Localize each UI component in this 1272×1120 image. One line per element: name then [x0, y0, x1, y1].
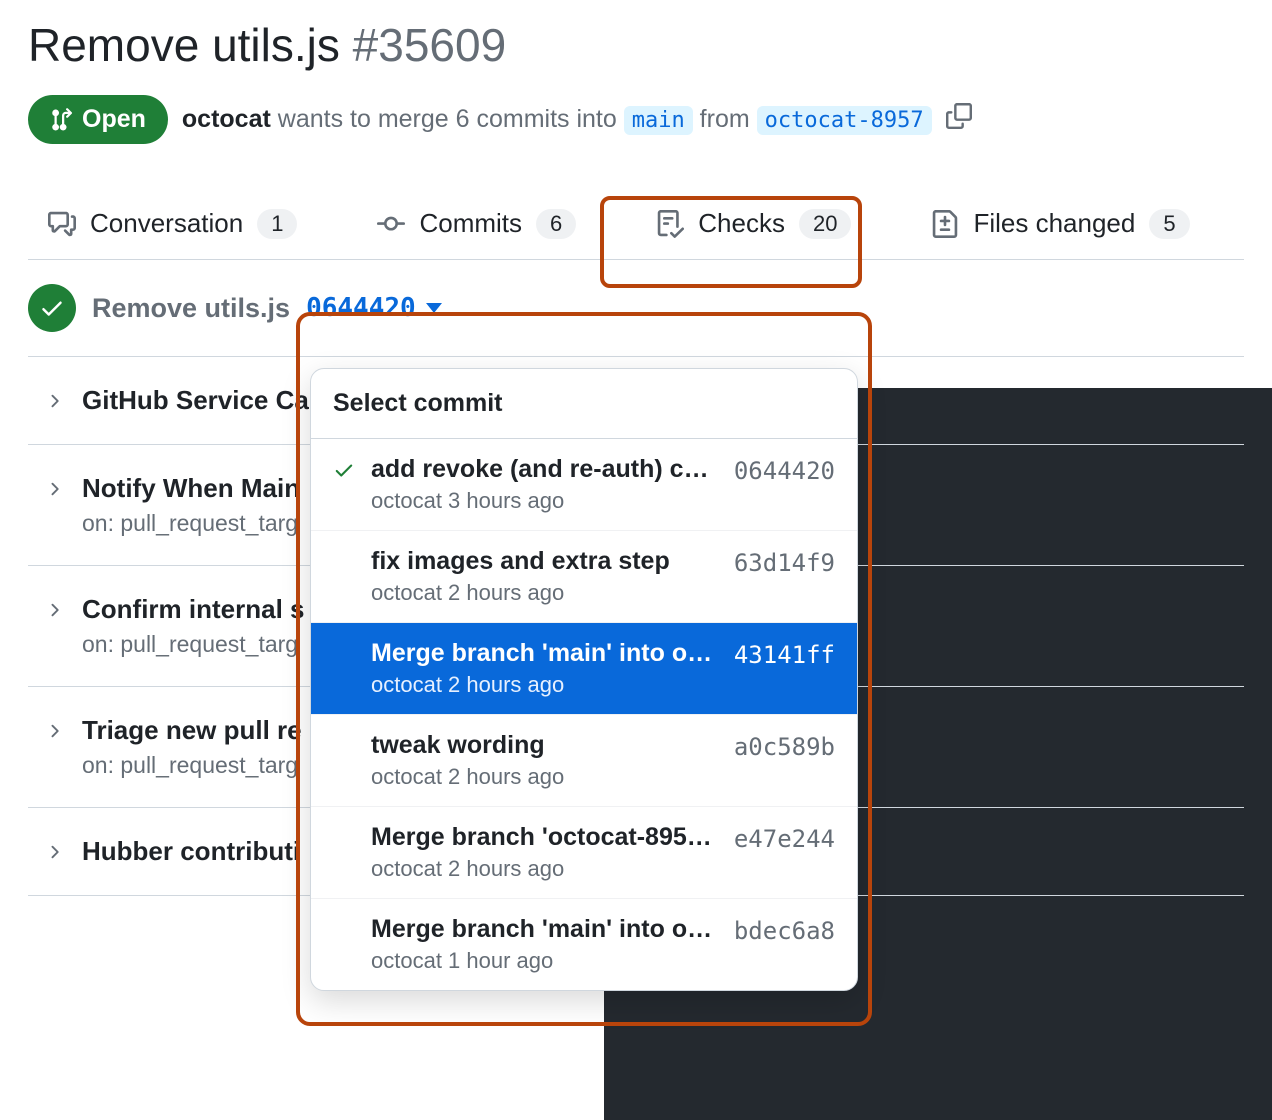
- tab-conversation-count: 1: [257, 209, 297, 239]
- commit-option-meta: octocat 3 hours ago: [371, 488, 722, 514]
- check-run-event: on: pull_request_targ: [82, 631, 304, 658]
- copy-icon[interactable]: [946, 103, 972, 136]
- check-run-title: Notify When Main: [82, 473, 300, 504]
- checklist-icon: [656, 210, 684, 238]
- pr-title-text: Remove utils.js: [28, 19, 340, 71]
- check-run-title: GitHub Service Ca: [82, 385, 309, 416]
- dropdown-header: Select commit: [311, 369, 857, 439]
- pr-state-badge: Open: [28, 95, 168, 144]
- commit-option[interactable]: Merge branch 'octocat-8957' o… octocat 2 …: [311, 807, 857, 899]
- commit-option-sha: 0644420: [734, 455, 835, 485]
- tab-files[interactable]: Files changed 5: [931, 188, 1189, 259]
- caret-down-icon: [426, 303, 442, 313]
- chevron-right-icon: [44, 721, 64, 746]
- commit-option-title: Merge branch 'main' into octoc…: [371, 639, 722, 668]
- check-header: Remove utils.js 0644420: [28, 260, 1244, 356]
- commit-option-meta: octocat 2 hours ago: [371, 672, 722, 698]
- commit-option[interactable]: Merge branch 'main' into octoc… octocat 1…: [311, 899, 857, 990]
- chevron-right-icon: [44, 842, 64, 867]
- check-run-event: on: pull_request_targ: [82, 510, 300, 537]
- tab-checks-label: Checks: [698, 208, 785, 239]
- tab-conversation-label: Conversation: [90, 208, 243, 239]
- check-icon: [333, 459, 355, 481]
- check-name: Remove utils.js: [92, 293, 290, 324]
- commit-option-sha: e47e244: [734, 823, 835, 853]
- commit-option-title: tweak wording: [371, 731, 722, 760]
- file-diff-icon: [931, 210, 959, 238]
- pr-title: Remove utils.js #35609: [28, 0, 1244, 85]
- base-branch-chip[interactable]: main: [624, 106, 693, 135]
- commit-option-meta: octocat 2 hours ago: [371, 856, 722, 882]
- comment-discussion-icon: [48, 210, 76, 238]
- check-run-title: Confirm internal s: [82, 594, 304, 625]
- git-pull-request-icon: [50, 108, 74, 132]
- commit-sha: 0644420: [306, 293, 416, 323]
- commit-option-meta: octocat 1 hour ago: [371, 948, 722, 974]
- pr-tabs: Conversation 1 Commits 6 Checks 20 Files…: [28, 188, 1244, 260]
- check-run-title: Hubber contributi: [82, 836, 300, 867]
- commit-option-title: Merge branch 'main' into octoc…: [371, 915, 722, 944]
- pr-meta-row: Open octocat wants to merge 6 commits in…: [28, 85, 1244, 188]
- commit-option[interactable]: Merge branch 'main' into octoc… octocat 2…: [311, 623, 857, 715]
- tab-checks-count: 20: [799, 209, 851, 239]
- tab-commits[interactable]: Commits 6: [377, 188, 576, 259]
- pr-merge-text-2: from: [700, 105, 750, 133]
- select-commit-dropdown: Select commit add revoke (and re-auth) c…: [310, 368, 858, 991]
- git-commit-icon: [377, 210, 405, 238]
- chevron-right-icon: [44, 600, 64, 625]
- tab-commits-label: Commits: [419, 208, 522, 239]
- commit-option-sha: a0c589b: [734, 731, 835, 761]
- status-success-icon: [28, 284, 76, 332]
- commit-option-sha: bdec6a8: [734, 915, 835, 945]
- chevron-right-icon: [44, 479, 64, 504]
- check-run-event: on: pull_request_targ: [82, 752, 302, 779]
- tab-files-label: Files changed: [973, 208, 1135, 239]
- tab-files-count: 5: [1149, 209, 1189, 239]
- pr-author[interactable]: octocat: [182, 105, 271, 133]
- commit-option-sha: 63d14f9: [734, 547, 835, 577]
- commit-option-title: add revoke (and re-auth) copilo…: [371, 455, 722, 484]
- commit-option-title: fix images and extra step: [371, 547, 722, 576]
- tab-checks[interactable]: Checks 20: [656, 188, 851, 259]
- chevron-right-icon: [44, 391, 64, 416]
- commit-option-meta: octocat 2 hours ago: [371, 764, 722, 790]
- commit-sha-dropdown[interactable]: 0644420: [306, 293, 442, 323]
- commit-option[interactable]: add revoke (and re-auth) copilo… octocat …: [311, 439, 857, 531]
- commit-option-title: Merge branch 'octocat-8957' o…: [371, 823, 722, 852]
- commit-option[interactable]: tweak wording octocat 2 hours ago a0c589b: [311, 715, 857, 807]
- check-run-title: Triage new pull re: [82, 715, 302, 746]
- tab-commits-count: 6: [536, 209, 576, 239]
- tab-conversation[interactable]: Conversation 1: [48, 188, 297, 259]
- pr-state-label: Open: [82, 105, 146, 134]
- commit-option-meta: octocat 2 hours ago: [371, 580, 722, 606]
- head-branch-chip[interactable]: octocat-8957: [757, 106, 932, 135]
- pr-merge-text-1: wants to merge 6 commits into: [278, 105, 617, 133]
- pr-number: #35609: [353, 19, 507, 71]
- pr-merge-text: octocat wants to merge 6 commits into ma…: [182, 105, 932, 134]
- commit-option-sha: 43141ff: [734, 639, 835, 669]
- commit-option[interactable]: fix images and extra step octocat 2 hours…: [311, 531, 857, 623]
